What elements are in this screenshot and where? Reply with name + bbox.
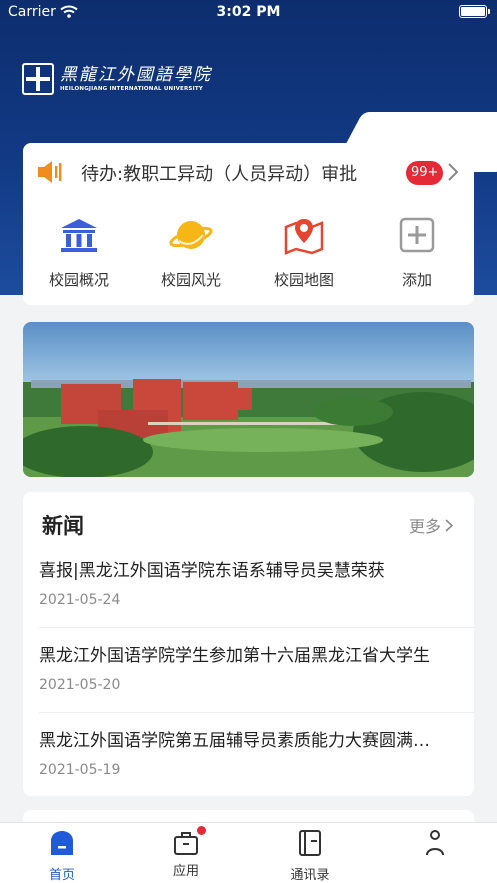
news-headline: 黑龙江外国语学院学生参加第十六届黑龙江省大学生 (39, 646, 430, 666)
status-bar: Carrier 3:02 PM (0, 0, 497, 26)
briefcase-icon-wrap (172, 826, 206, 857)
university-logo: 黑龍江外國語學院 HEILONGJIANG INTERNATIONAL UNIV… (22, 60, 212, 98)
news-card: 新闻 更多 喜报|黑龙江外国语学院东语系辅导员吴慧荣获 2021-05-24 黑… (23, 492, 474, 796)
emblem-icon (22, 63, 54, 95)
profile-icon (426, 830, 444, 856)
logo-chinese-name: 黑龍江外國語學院 (60, 65, 212, 85)
quick-campus-scenery[interactable]: 校园风光 (135, 213, 247, 290)
tab-label: 通讯录 (290, 868, 330, 883)
quick-label: 校园地图 (273, 271, 334, 289)
divider (39, 712, 474, 713)
campus-banner-image[interactable] (23, 322, 474, 477)
speaker-icon (38, 161, 62, 183)
quick-add[interactable]: 添加 (361, 213, 473, 290)
news-item[interactable]: 喜报|黑龙江外国语学院东语系辅导员吴慧荣获 2021-05-24 (23, 556, 474, 641)
quick-campus-map[interactable]: 校园地图 (248, 213, 360, 290)
tab-home[interactable]: 首页 (12, 829, 112, 883)
bottom-tab-bar: 首页 应用 通讯录 (0, 822, 497, 883)
divider (39, 627, 474, 628)
tab-label: 首页 (48, 868, 75, 883)
tab-profile[interactable] (385, 829, 485, 861)
news-more-link[interactable]: 更多 (409, 513, 454, 537)
news-date: 2021-05-24 (39, 592, 121, 608)
home-icon (51, 831, 73, 855)
planet-icon (169, 221, 213, 249)
news-headline: 黑龙江外国语学院第五届辅导员素质能力大赛圆满落幕 (39, 731, 439, 751)
chevron-right-icon (445, 518, 454, 532)
quick-label: 校园风光 (160, 271, 221, 289)
quick-access-card: 待办:教职工异动（人员异动）审批 99+ 校园概况 校园风光 校园地图 添加 (23, 143, 474, 305)
notification-dot (197, 826, 206, 835)
news-section-title: 新闻 (42, 514, 84, 538)
tab-label: 应用 (172, 864, 199, 879)
chevron-right-icon (448, 163, 459, 181)
news-headline: 喜报|黑龙江外国语学院东语系辅导员吴慧荣获 (39, 561, 385, 581)
clock: 3:02 PM (216, 4, 281, 20)
news-item[interactable]: 黑龙江外国语学院第五届辅导员素质能力大赛圆满落幕 2021-05-19 (23, 726, 474, 811)
quick-campus-overview[interactable]: 校园概况 (23, 213, 135, 290)
todo-count-badge: 99+ (406, 161, 444, 185)
news-more-label: 更多 (409, 517, 442, 536)
contacts-icon (299, 830, 321, 856)
todo-notice[interactable]: 待办:教职工异动（人员异动）审批 99+ (23, 143, 474, 201)
quick-label: 校园概况 (48, 271, 109, 289)
map-icon (284, 219, 324, 255)
quick-label: 添加 (401, 271, 432, 289)
news-item[interactable]: 黑龙江外国语学院学生参加第十六届黑龙江省大学生 2021-05-20 (23, 641, 474, 726)
building-icon (61, 219, 97, 252)
logo-english-name: HEILONGJIANG INTERNATIONAL UNIVERSITY (60, 86, 203, 92)
news-date: 2021-05-19 (39, 762, 121, 778)
todo-text: 待办:教职工异动（人员异动）审批 (81, 164, 358, 185)
news-date: 2021-05-20 (39, 677, 121, 693)
tab-apps[interactable]: 应用 (136, 826, 236, 879)
tab-contacts[interactable]: 通讯录 (260, 829, 360, 883)
briefcase-icon (174, 832, 198, 855)
add-icon (399, 217, 435, 253)
battery-icon (459, 5, 490, 18)
